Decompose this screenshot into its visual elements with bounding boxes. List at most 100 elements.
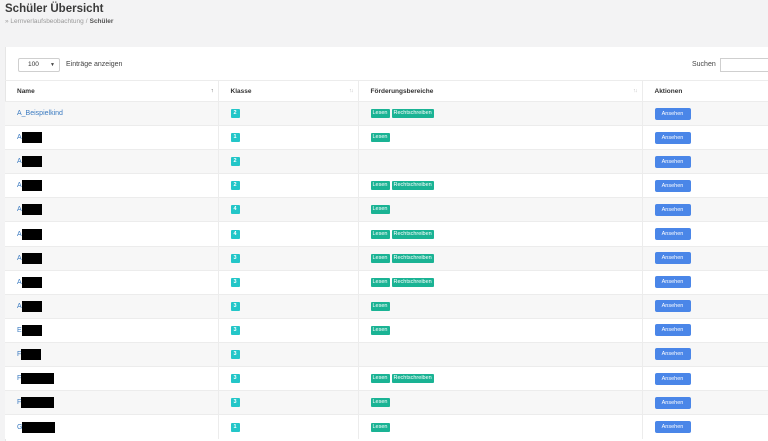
breadcrumb-current: Schüler — [89, 18, 114, 25]
cell-klasse: 1 — [218, 414, 359, 439]
klasse-badge: 2 — [230, 109, 240, 119]
column-header-klasse[interactable]: Klasse ↑↓ — [218, 80, 359, 102]
cell-name: A — [5, 197, 219, 222]
view-button[interactable]: Ansehen — [654, 107, 691, 120]
cell-aktionen: Ansehen — [642, 366, 768, 391]
foerderbereich-badge: Rechtschreiben — [391, 229, 434, 239]
klasse-badge: 1 — [230, 133, 240, 143]
redacted-name — [21, 228, 42, 240]
view-button[interactable]: Ansehen — [654, 155, 691, 168]
redacted-name — [21, 180, 42, 192]
cell-foerderungsbereiche: Lesen Rechtschreiben — [358, 100, 643, 126]
cell-name: F — [5, 366, 219, 391]
column-header-klasse-label: Klasse — [230, 87, 252, 95]
redacted-name — [21, 348, 42, 360]
foerderbereich-badge: Lesen — [370, 109, 390, 119]
redacted-name — [21, 373, 55, 385]
cell-aktionen: Ansehen — [642, 341, 768, 367]
cell-name: A — [5, 269, 219, 295]
table-row: A_Beispielkind 2 Lesen Rechtschreiben Ansehe… — [5, 100, 768, 126]
klasse-badge: 4 — [230, 229, 240, 239]
column-header-foerderungsbereiche[interactable]: Förderungsbereiche ↑↓ — [358, 80, 643, 102]
cell-foerderungsbereiche: Lesen Rechtschreiben — [358, 366, 643, 391]
cell-klasse: 3 — [218, 269, 359, 295]
cell-name: A — [5, 125, 219, 150]
cell-foerderungsbereiche: Lesen Rechtschreiben — [358, 221, 643, 247]
foerderbereich-badge: Lesen — [370, 374, 390, 384]
cell-foerderungsbereiche — [358, 149, 643, 174]
breadcrumb-parent[interactable]: Lernverlaufsbeobachtung — [10, 18, 83, 25]
cell-klasse: 3 — [218, 317, 359, 343]
klasse-badge: 3 — [230, 301, 240, 311]
cell-name: A — [5, 221, 219, 247]
klasse-badge: 2 — [230, 181, 240, 191]
redacted-name — [21, 324, 42, 336]
table-row: A 3 Lesen Rechtschreiben Ansehen — [5, 269, 768, 295]
cell-aktionen: Ansehen — [642, 414, 768, 439]
view-button[interactable]: Ansehen — [654, 300, 691, 313]
foerderbereich-badge: Lesen — [370, 205, 390, 215]
sort-both-icon: ↑↓ — [633, 88, 637, 94]
redacted-name — [21, 252, 42, 264]
cell-name: A — [5, 245, 219, 271]
cell-name: A_Beispielkind — [5, 100, 219, 126]
view-button[interactable]: Ansehen — [654, 396, 691, 409]
breadcrumb: » Lernverlaufsbeobachtung / Schüler — [5, 18, 113, 25]
table-row: A 1 Lesen Ansehen — [5, 125, 768, 150]
column-header-aktionen-label: Aktionen — [654, 87, 683, 95]
foerderbereich-badge: Lesen — [370, 133, 390, 143]
view-button[interactable]: Ansehen — [654, 179, 691, 192]
cell-name: G — [5, 414, 219, 439]
foerderbereich-badge: Lesen — [370, 325, 390, 335]
cell-klasse: 2 — [218, 149, 359, 174]
cell-klasse: 3 — [218, 245, 359, 271]
foerderbereich-badge: Rechtschreiben — [391, 253, 434, 263]
cell-foerderungsbereiche: Lesen — [358, 390, 643, 415]
redacted-name — [21, 204, 42, 216]
foerderbereich-badge: Lesen — [370, 181, 390, 191]
students-table: Name ↑ Klasse ↑↓ Förderungsbereiche ↑↓ Akti… — [5, 80, 768, 439]
cell-aktionen: Ansehen — [642, 100, 768, 126]
view-button[interactable]: Ansehen — [654, 348, 691, 361]
column-header-aktionen: Aktionen — [642, 80, 768, 102]
view-button[interactable]: Ansehen — [654, 203, 691, 216]
redacted-name — [21, 397, 55, 409]
foerderbereich-badge: Lesen — [370, 422, 390, 432]
entries-length-select[interactable]: 100 ▼ — [18, 58, 60, 72]
foerderbereich-badge: Lesen — [370, 229, 390, 239]
view-button[interactable]: Ansehen — [654, 421, 691, 434]
cell-name: A — [5, 149, 219, 174]
klasse-badge: 3 — [230, 398, 240, 408]
entries-length-label: Einträge anzeigen — [66, 61, 123, 68]
table-row: A 2 Lesen Rechtschreiben Ansehen — [5, 173, 768, 198]
klasse-badge: 4 — [230, 205, 240, 215]
cell-klasse: 3 — [218, 366, 359, 391]
cell-klasse: 4 — [218, 197, 359, 222]
cell-aktionen: Ansehen — [642, 125, 768, 150]
cell-name: A — [5, 173, 219, 198]
cell-klasse: 2 — [218, 100, 359, 126]
table-row: A 4 Lesen Ansehen — [5, 197, 768, 222]
search-input[interactable] — [720, 58, 768, 72]
redacted-name — [21, 132, 42, 144]
cell-klasse: 3 — [218, 341, 359, 367]
student-name-link[interactable]: A_Beispielkind — [17, 110, 63, 117]
view-button[interactable]: Ansehen — [654, 276, 691, 289]
page-title: Schüler Übersicht — [5, 3, 104, 15]
cell-foerderungsbereiche: Lesen — [358, 293, 643, 319]
cell-klasse: 3 — [218, 293, 359, 319]
foerderbereich-badge: Rechtschreiben — [391, 109, 434, 119]
foerderbereich-badge: Lesen — [370, 253, 390, 263]
view-button[interactable]: Ansehen — [654, 252, 691, 265]
view-button[interactable]: Ansehen — [654, 228, 691, 241]
cell-aktionen: Ansehen — [642, 197, 768, 222]
column-header-name[interactable]: Name ↑ — [5, 80, 219, 102]
view-button[interactable]: Ansehen — [654, 372, 691, 385]
foerderbereich-badge: Rechtschreiben — [391, 374, 434, 384]
breadcrumb-separator: / — [85, 18, 88, 25]
cell-klasse: 2 — [218, 173, 359, 198]
cell-name: A — [5, 293, 219, 319]
view-button[interactable]: Ansehen — [654, 131, 691, 144]
view-button[interactable]: Ansehen — [654, 324, 691, 337]
foerderbereich-badge: Rechtschreiben — [391, 181, 434, 191]
